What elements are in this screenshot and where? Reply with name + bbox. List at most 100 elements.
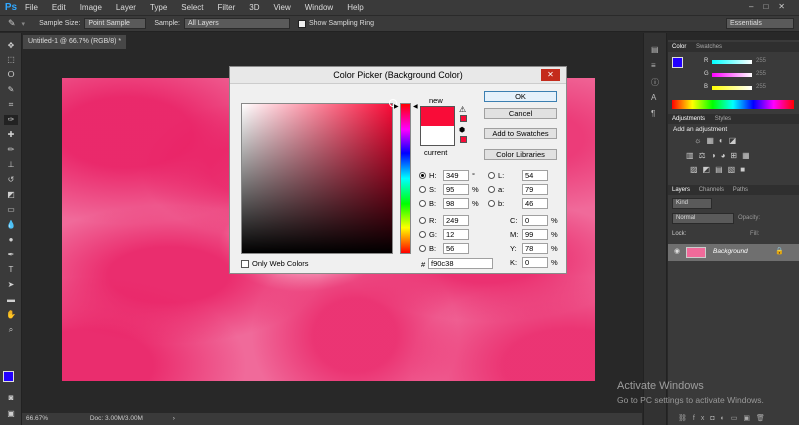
add-to-swatches-button[interactable]: Add to Swatches	[484, 128, 557, 139]
tab-layers[interactable]: Layers	[672, 187, 690, 193]
tab-paths[interactable]: Paths	[733, 187, 748, 193]
radio-r[interactable]	[419, 217, 426, 224]
path-select-icon[interactable]: ➤	[4, 280, 18, 290]
layer-footer-icons[interactable]: ⛓fx◘◐▭▣🗑	[678, 414, 771, 422]
ok-button[interactable]: OK	[484, 91, 557, 102]
eraser-tool-icon[interactable]: ◩	[4, 190, 18, 200]
adjustment-icons-row3[interactable]: ▨◩▤▧■	[690, 165, 750, 174]
layer-filter-kind[interactable]: Kind	[672, 198, 712, 209]
menu-view[interactable]: View	[274, 3, 291, 12]
shape-tool-icon[interactable]: ▬	[4, 295, 18, 305]
color-libraries-button[interactable]: Color Libraries	[484, 149, 557, 160]
lasso-tool-icon[interactable]: ⵔ	[4, 70, 18, 80]
stamp-tool-icon[interactable]: ⊥	[4, 160, 18, 170]
y-input[interactable]: 78	[522, 243, 548, 254]
menu-window[interactable]: Window	[305, 3, 333, 12]
tab-channels[interactable]: Channels	[699, 187, 724, 193]
color-g-slider[interactable]	[712, 73, 752, 77]
gamut-warning-icon[interactable]: ⚠	[459, 105, 466, 114]
radio-lab-b[interactable]	[488, 200, 495, 207]
history-icon[interactable]: ▤	[651, 45, 659, 54]
hue-slider[interactable]	[400, 103, 411, 254]
h-input[interactable]: 349	[443, 170, 469, 181]
saturation-brightness-field[interactable]	[241, 99, 397, 254]
color-fg-swatch[interactable]	[672, 57, 683, 68]
visibility-eye-icon[interactable]: ◉	[674, 247, 680, 255]
lab-b-input[interactable]: 46	[522, 198, 548, 209]
blur-tool-icon[interactable]: 💧	[4, 220, 18, 230]
radio-blue[interactable]	[419, 245, 426, 252]
menu-file[interactable]: File	[25, 3, 38, 12]
close-button[interactable]: ✕	[541, 69, 560, 81]
quick-mask-icon[interactable]: ◙	[4, 393, 18, 403]
blend-mode-select[interactable]: Normal	[672, 213, 734, 224]
paragraph-icon[interactable]: ¶	[651, 109, 655, 118]
dodge-tool-icon[interactable]: ●	[4, 235, 18, 245]
web-swatch[interactable]	[460, 136, 467, 143]
marquee-tool-icon[interactable]: ⬚	[4, 55, 18, 65]
color-b-slider[interactable]	[712, 86, 752, 90]
adjustment-icons-row1[interactable]: ☼▦◐◪	[694, 136, 741, 145]
r-input[interactable]: 249	[443, 215, 469, 226]
radio-s[interactable]	[419, 186, 426, 193]
sample-select[interactable]: All Layers	[184, 18, 290, 29]
healing-tool-icon[interactable]: ✚	[4, 130, 18, 140]
history-brush-icon[interactable]: ↺	[4, 175, 18, 185]
adjustment-icons-row2[interactable]: ▥⚖◑◕⊞▦	[686, 151, 755, 160]
layer-row-background[interactable]: ◉ Background 🔒	[668, 244, 799, 261]
menu-help[interactable]: Help	[347, 3, 363, 12]
preset-picker-icon[interactable]: ▾	[22, 20, 26, 28]
layer-name[interactable]: Background	[713, 248, 748, 255]
color-b-value[interactable]: 255	[756, 84, 766, 90]
move-tool-icon[interactable]: ✥	[4, 41, 18, 51]
menu-select[interactable]: Select	[181, 3, 203, 12]
radio-a[interactable]	[488, 186, 495, 193]
radio-g[interactable]	[419, 231, 426, 238]
only-web-colors-checkbox[interactable]	[241, 260, 249, 268]
zoom-tool-icon[interactable]: ⌕	[4, 325, 18, 335]
menu-image[interactable]: Image	[80, 3, 102, 12]
l-input[interactable]: 54	[522, 170, 548, 181]
hand-tool-icon[interactable]: ✋	[4, 310, 18, 320]
zoom-level[interactable]: 66.67%	[26, 415, 48, 422]
k-input[interactable]: 0	[522, 257, 548, 268]
pen-tool-icon[interactable]: ✒	[4, 250, 18, 260]
cancel-button[interactable]: Cancel	[484, 108, 557, 119]
tab-color[interactable]: Color	[672, 44, 686, 50]
window-controls[interactable]: –□✕	[749, 2, 795, 11]
menu-layer[interactable]: Layer	[116, 3, 136, 12]
sample-size-select[interactable]: Point Sample	[84, 18, 147, 29]
c-input[interactable]: 0	[522, 215, 548, 226]
tab-adjustments[interactable]: Adjustments	[672, 116, 705, 122]
document-tab[interactable]: Untitled-1 @ 66.7% (RGB/8) *	[23, 35, 126, 49]
b-input[interactable]: 98	[443, 198, 469, 209]
color-spectrum-ramp[interactable]	[672, 100, 794, 109]
tab-swatches[interactable]: Swatches	[696, 44, 722, 50]
current-color-swatch[interactable]	[420, 126, 455, 146]
color-r-value[interactable]: 255	[756, 58, 766, 64]
quick-select-icon[interactable]: ✎	[4, 85, 18, 95]
character-icon[interactable]: A	[651, 93, 656, 102]
info-icon[interactable]: ⓘ	[651, 77, 659, 88]
tab-styles[interactable]: Styles	[715, 116, 731, 122]
menu-filter[interactable]: Filter	[218, 3, 236, 12]
web-cube-icon[interactable]: ⬢	[459, 126, 465, 134]
foreground-color-swatch[interactable]	[3, 371, 14, 382]
crop-tool-icon[interactable]: ⌗	[4, 100, 18, 110]
a-input[interactable]: 79	[522, 184, 548, 195]
eyedropper-tool-icon[interactable]: ✑	[4, 115, 18, 125]
properties-icon[interactable]: ≡	[651, 61, 656, 70]
gradient-tool-icon[interactable]: ▭	[4, 205, 18, 215]
m-input[interactable]: 99	[522, 229, 548, 240]
menu-edit[interactable]: Edit	[52, 3, 66, 12]
eyedropper-icon[interactable]: ✎	[8, 18, 16, 29]
hex-input[interactable]: f90c38	[428, 258, 493, 269]
radio-b[interactable]	[419, 200, 426, 207]
s-input[interactable]: 95	[443, 184, 469, 195]
workspace-select[interactable]: Essentials	[726, 18, 794, 29]
g-input[interactable]: 12	[443, 229, 469, 240]
menu-type[interactable]: Type	[150, 3, 167, 12]
radio-h[interactable]	[419, 172, 426, 179]
menu-3d[interactable]: 3D	[249, 3, 259, 12]
type-tool-icon[interactable]: T	[4, 265, 18, 275]
